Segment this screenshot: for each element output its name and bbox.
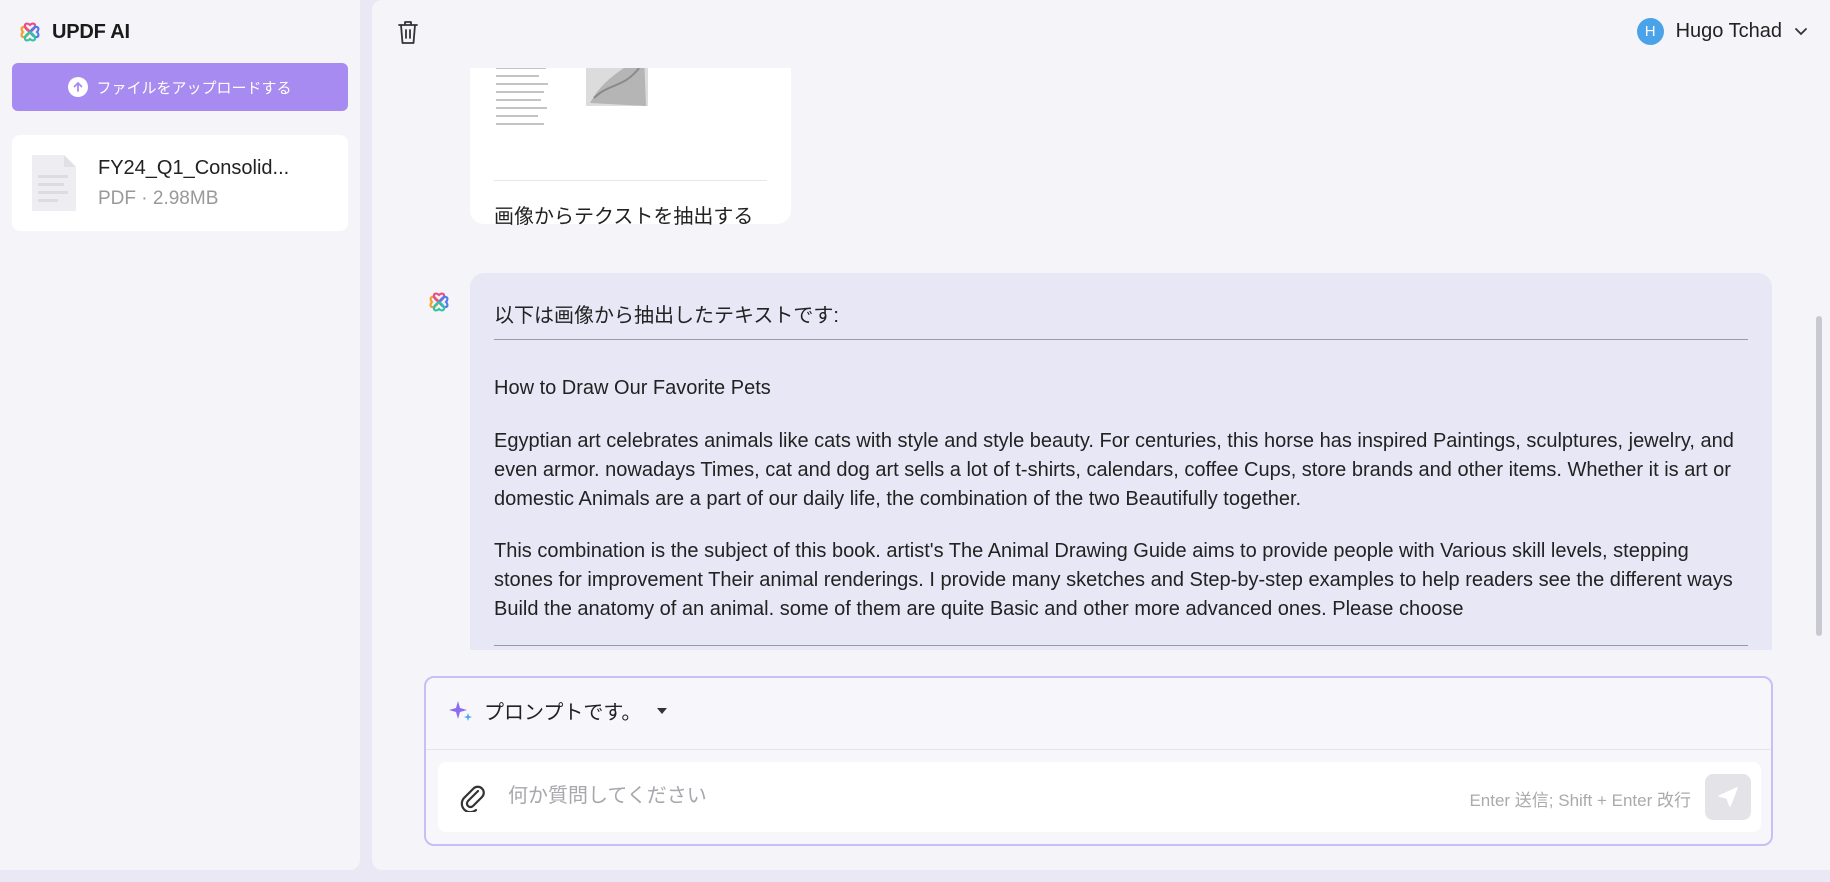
chat-messages: 画像からテクストを抽出する 以下は画像から抽出したテキストです: How to … [372,68,1830,650]
sparkle-icon [449,700,472,721]
uploaded-image-thumbnail[interactable] [494,68,649,130]
updf-logo-icon [20,22,40,42]
message-input-box: Enter 送信; Shift + Enter 改行 [438,762,1761,832]
app-title: UPDF AI [52,20,130,43]
prompt-label: プロンプトです。 [484,702,642,724]
image-caption: 画像からテクストを抽出する [494,206,754,228]
file-list-item[interactable]: FY24_Q1_Consolid... PDF · 2.98MB [12,135,348,231]
send-button[interactable] [1705,774,1751,820]
upload-button-label: ファイルをアップロードする [96,79,292,97]
divider [494,180,767,181]
composer: プロンプトです。 Enter 送信; Shift + Enter 改行 [424,676,1773,846]
upload-file-button[interactable]: ファイルをアップロードする [12,63,348,111]
divider [426,749,1771,750]
trash-icon[interactable] [396,19,420,45]
caret-down-icon [657,707,668,714]
chat-panel: H Hugo Tchad 画像からテクストを抽出する 以下は画像から抽出したテキ… [372,0,1830,870]
message-input[interactable] [508,776,1288,816]
file-name: FY24_Q1_Consolid... [98,156,290,179]
user-menu[interactable]: H Hugo Tchad [1636,18,1808,45]
divider [494,339,1748,340]
paperclip-icon[interactable] [458,782,486,812]
assistant-message: 以下は画像から抽出したテキストです: How to Draw Our Favor… [470,273,1772,650]
response-paragraph: Egyptian art celebrates animals like cat… [494,430,1734,510]
divider [494,645,1748,646]
chevron-down-icon [1795,27,1807,35]
updf-logo-icon [429,292,449,312]
send-icon [1718,787,1738,807]
response-paragraph: This combination is the subject of this … [494,540,1733,620]
file-icon [28,153,80,213]
file-meta: PDF · 2.98MB [98,187,219,209]
avatar: H [1636,18,1664,45]
keyboard-hint: Enter 送信; Shift + Enter 改行 [1469,791,1691,810]
prompt-selector[interactable]: プロンプトです。 [448,696,668,725]
user-image-message: 画像からテクストを抽出する [470,68,791,228]
file-info: FY24_Q1_Consolid... PDF · 2.98MB [98,157,289,210]
app-logo: UPDF AI [18,20,130,44]
user-name: Hugo Tchad [1675,20,1782,42]
response-intro: 以下は画像から抽出したテキストです: [494,305,839,327]
response-heading: How to Draw Our Favorite Pets [494,377,771,399]
sidebar: UPDF AI ファイルをアップロードする FY24_Q1_Consolid..… [0,0,360,870]
scrollbar[interactable] [1816,316,1822,636]
upload-arrow-icon [68,77,89,97]
